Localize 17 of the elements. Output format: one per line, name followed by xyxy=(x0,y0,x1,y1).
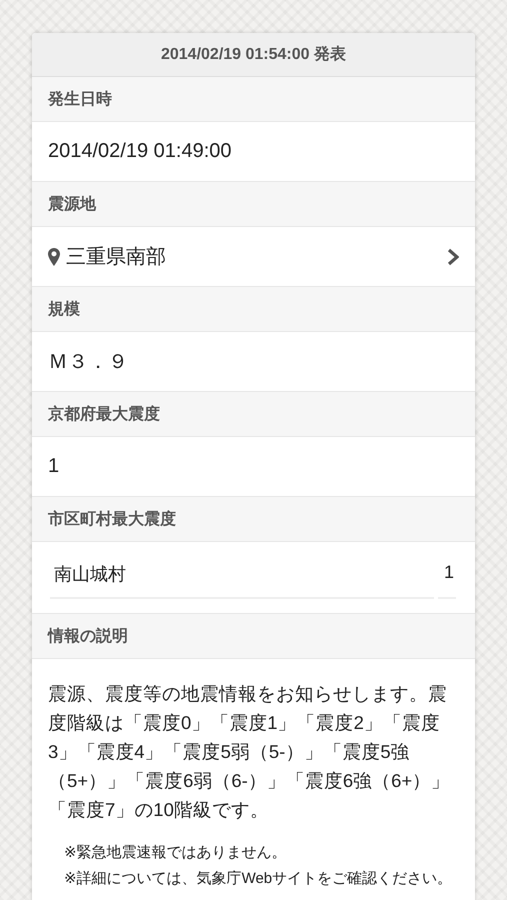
section-label: 規模 xyxy=(48,300,80,320)
description-text: 震源、震度等の地震情報をお知らせします。震度階級は「震度0」「震度1」「震度2」「震度3」「震度4」「震度5弱（5-）」「震度5強（5+）」「震度6弱（6-）」「震度6強（6+）」「震度7」の10階級です。 xyxy=(48,682,452,822)
announcement-time: 2014/02/19 01:54:00 発表 xyxy=(160,44,346,65)
municipality-cell: 南山城村 xyxy=(50,562,434,599)
section-label: 情報の説明 xyxy=(48,626,128,646)
note-text: ※詳細については、気象庁Webサイトをご確認ください。 xyxy=(64,869,454,889)
note-text: ※緊急地震速報ではありません。 xyxy=(64,843,288,863)
section-label: 市区町村最大震度 xyxy=(48,509,176,530)
section-label: 震源地 xyxy=(48,194,96,214)
chevron-right-icon xyxy=(447,248,459,266)
section-label: 京都府最大震度 xyxy=(48,404,160,424)
section-label: 発生日時 xyxy=(48,90,112,110)
section-value: 1 xyxy=(48,455,60,478)
section-value: Ｍ３．９ xyxy=(48,350,128,375)
section-value: 2014/02/19 01:49:00 xyxy=(48,140,232,163)
intensity-cell: 1 xyxy=(438,562,456,599)
map-pin-icon xyxy=(48,248,60,266)
